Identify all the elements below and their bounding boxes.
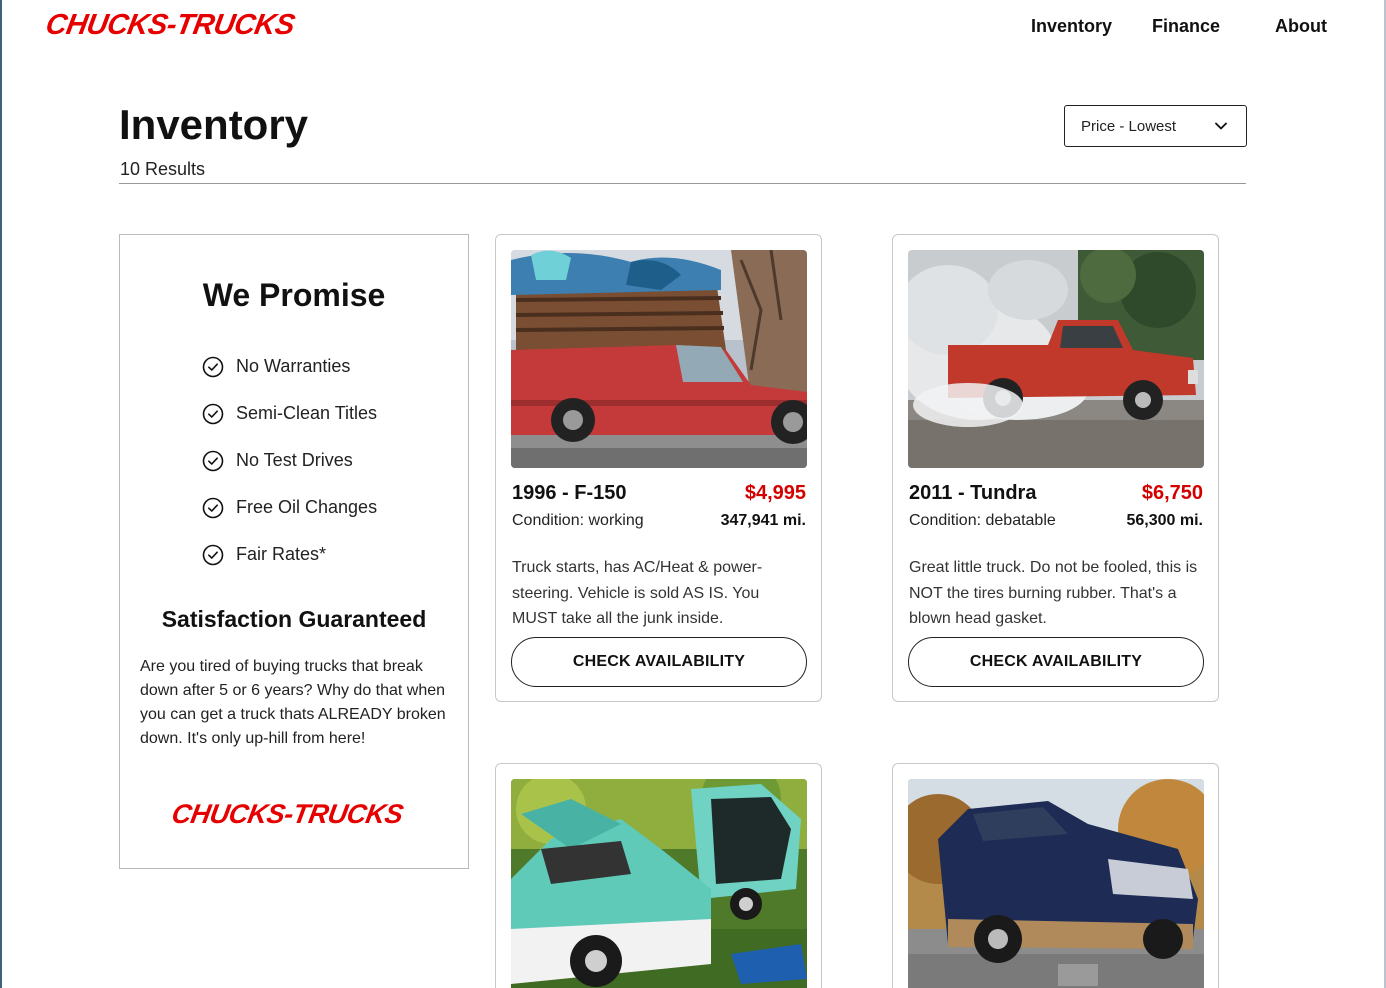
promise-list: No Warranties Semi-Clean Titles No Test … [202, 343, 377, 578]
listing-condition: Condition: debatable [909, 512, 1056, 529]
listing-name[interactable]: 1996 - F-150 [512, 482, 627, 505]
promise-item: No Warranties [202, 343, 377, 390]
listing-card [892, 763, 1219, 988]
results-count: 10 Results [120, 159, 206, 179]
check-circle-icon [202, 544, 224, 565]
truck-photo[interactable] [511, 250, 807, 468]
listing-description: Great little truck. Do not be fooled, th… [909, 559, 1198, 627]
promise-item: Fair Rates* [202, 531, 377, 578]
promise-item: Semi-Clean Titles [202, 390, 377, 437]
listing-miles: 56,300 mi. [1126, 512, 1204, 529]
check-circle-icon [202, 403, 224, 424]
listing-price: $4,995 [744, 482, 806, 504]
brand-logo[interactable]: CHUCKS-TRUCKS [43, 9, 297, 42]
truck-photo[interactable] [908, 779, 1204, 988]
promise-item-label: No Warranties [236, 356, 351, 376]
listing-condition: Condition: working [512, 512, 644, 529]
check-circle-icon [202, 497, 224, 518]
divider [119, 183, 1246, 184]
listing-price: $6,750 [1141, 482, 1203, 504]
nav-about[interactable]: About [1275, 16, 1327, 37]
check-availability-button[interactable]: CHECK AVAILABILITY [511, 637, 807, 687]
satisfaction-text: Are you tired of buying trucks that brea… [140, 658, 446, 747]
satisfaction-title: Satisfaction Guaranteed [161, 606, 427, 632]
window-edge [0, 0, 2, 988]
listing-description: Truck starts, has AC/Heat & power-steeri… [512, 559, 763, 627]
truck-photo-image [908, 779, 1204, 988]
truck-photo[interactable] [511, 779, 807, 988]
promise-item: Free Oil Changes [202, 484, 377, 531]
truck-photo[interactable] [908, 250, 1204, 468]
listing-card [495, 763, 822, 988]
promise-title: We Promise [202, 277, 386, 313]
promise-item-label: Free Oil Changes [236, 497, 378, 517]
check-availability-button[interactable]: CHECK AVAILABILITY [908, 637, 1204, 687]
listing-miles: 347,941 mi. [720, 512, 806, 529]
nav-finance[interactable]: Finance [1152, 16, 1220, 37]
truck-photo-image [511, 779, 807, 988]
promise-item-label: Fair Rates* [236, 544, 327, 564]
check-circle-icon [202, 450, 224, 471]
listing-name[interactable]: 2011 - Tundra [909, 482, 1036, 505]
sort-select[interactable]: Price - Lowest [1064, 105, 1247, 147]
check-circle-icon [202, 356, 224, 377]
promise-item: No Test Drives [202, 437, 377, 484]
listing-card: 2011 - Tundra $6,750 Condition: debatabl… [892, 234, 1219, 702]
truck-photo-image [908, 250, 1204, 468]
promise-panel: We Promise No Warranties Semi-Clean Titl… [119, 234, 469, 869]
nav-inventory[interactable]: Inventory [1031, 16, 1112, 37]
promise-item-label: Semi-Clean Titles [236, 403, 378, 423]
page-title: Inventory [119, 101, 309, 148]
promise-item-label: No Test Drives [236, 450, 353, 470]
listing-card: 1996 - F-150 $4,995 Condition: working 3… [495, 234, 822, 702]
panel-logo: CHUCKS-TRUCKS [169, 799, 406, 829]
chevron-down-icon [1215, 122, 1227, 130]
sort-selected-label: Price - Lowest [1081, 117, 1177, 135]
truck-photo-image [511, 250, 807, 468]
